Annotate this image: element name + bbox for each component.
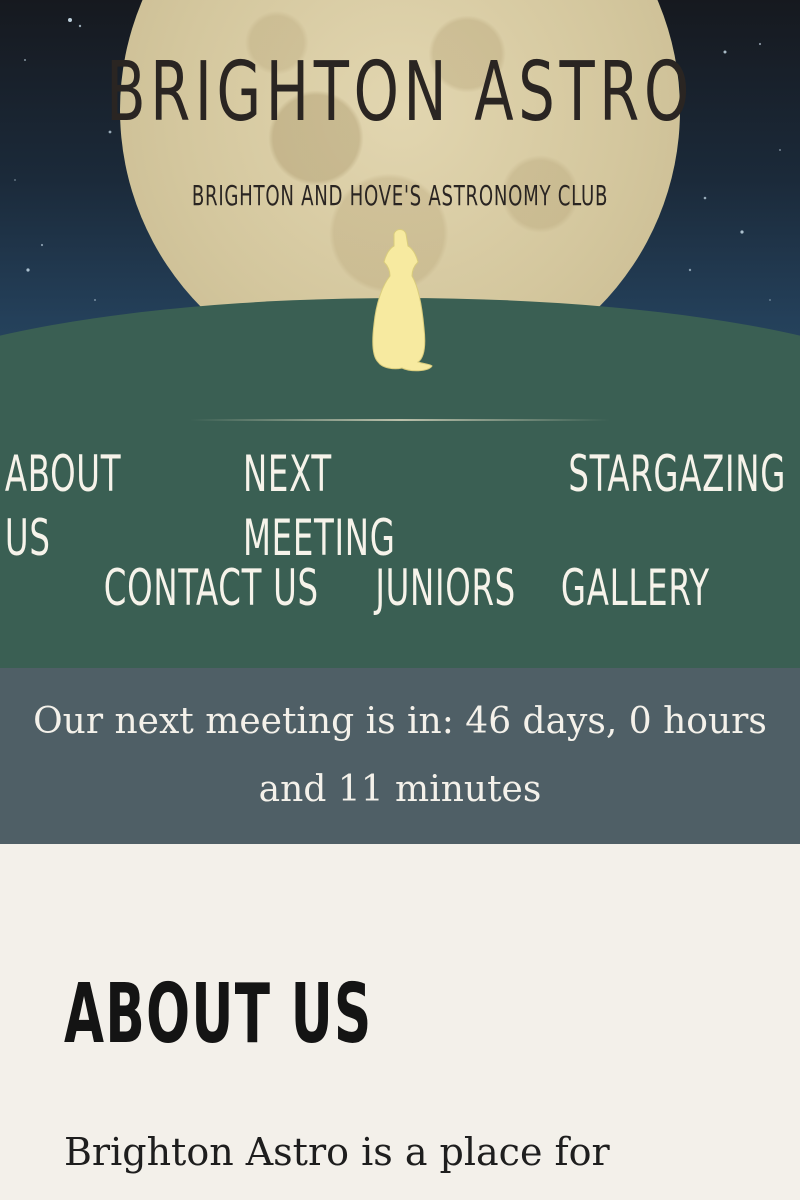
nav-row: CONTACT US JUNIORS GALLERY	[0, 556, 800, 620]
main-navigation: ABOUT US NEXT MEETING STARGAZING CONTACT…	[0, 400, 800, 668]
site-tagline: BRIGHTON AND HOVE'S ASTRONOMY CLUB	[191, 179, 609, 212]
nav-juniors[interactable]: JUNIORS	[376, 556, 517, 620]
nav-about-us[interactable]: ABOUT US	[5, 442, 174, 570]
nav-gallery[interactable]: GALLERY	[561, 556, 710, 620]
nav-contact-us[interactable]: CONTACT US	[104, 556, 319, 620]
nav-next-meeting[interactable]: NEXT MEETING	[243, 442, 490, 570]
about-intro-text: Brighton Astro is a place for cosmic	[64, 1130, 610, 1200]
nav-divider	[190, 419, 610, 421]
countdown-text: Our next meeting is in: 46 days, 0 hours…	[33, 701, 767, 810]
site-title[interactable]: BRIGHTON ASTRO	[88, 52, 712, 134]
dog-silhouette-icon	[372, 229, 433, 372]
nav-stargazing[interactable]: STARGAZING	[568, 442, 786, 570]
hero-banner: BRIGHTON ASTRO BRIGHTON AND HOVE'S ASTRO…	[0, 0, 800, 400]
nav-row: ABOUT US NEXT MEETING STARGAZING	[0, 442, 800, 570]
about-heading: ABOUT US	[64, 967, 373, 1062]
main-content: ABOUT US Brighton Astro is a place for c…	[0, 844, 800, 1200]
meeting-countdown: Our next meeting is in: 46 days, 0 hours…	[0, 668, 800, 844]
